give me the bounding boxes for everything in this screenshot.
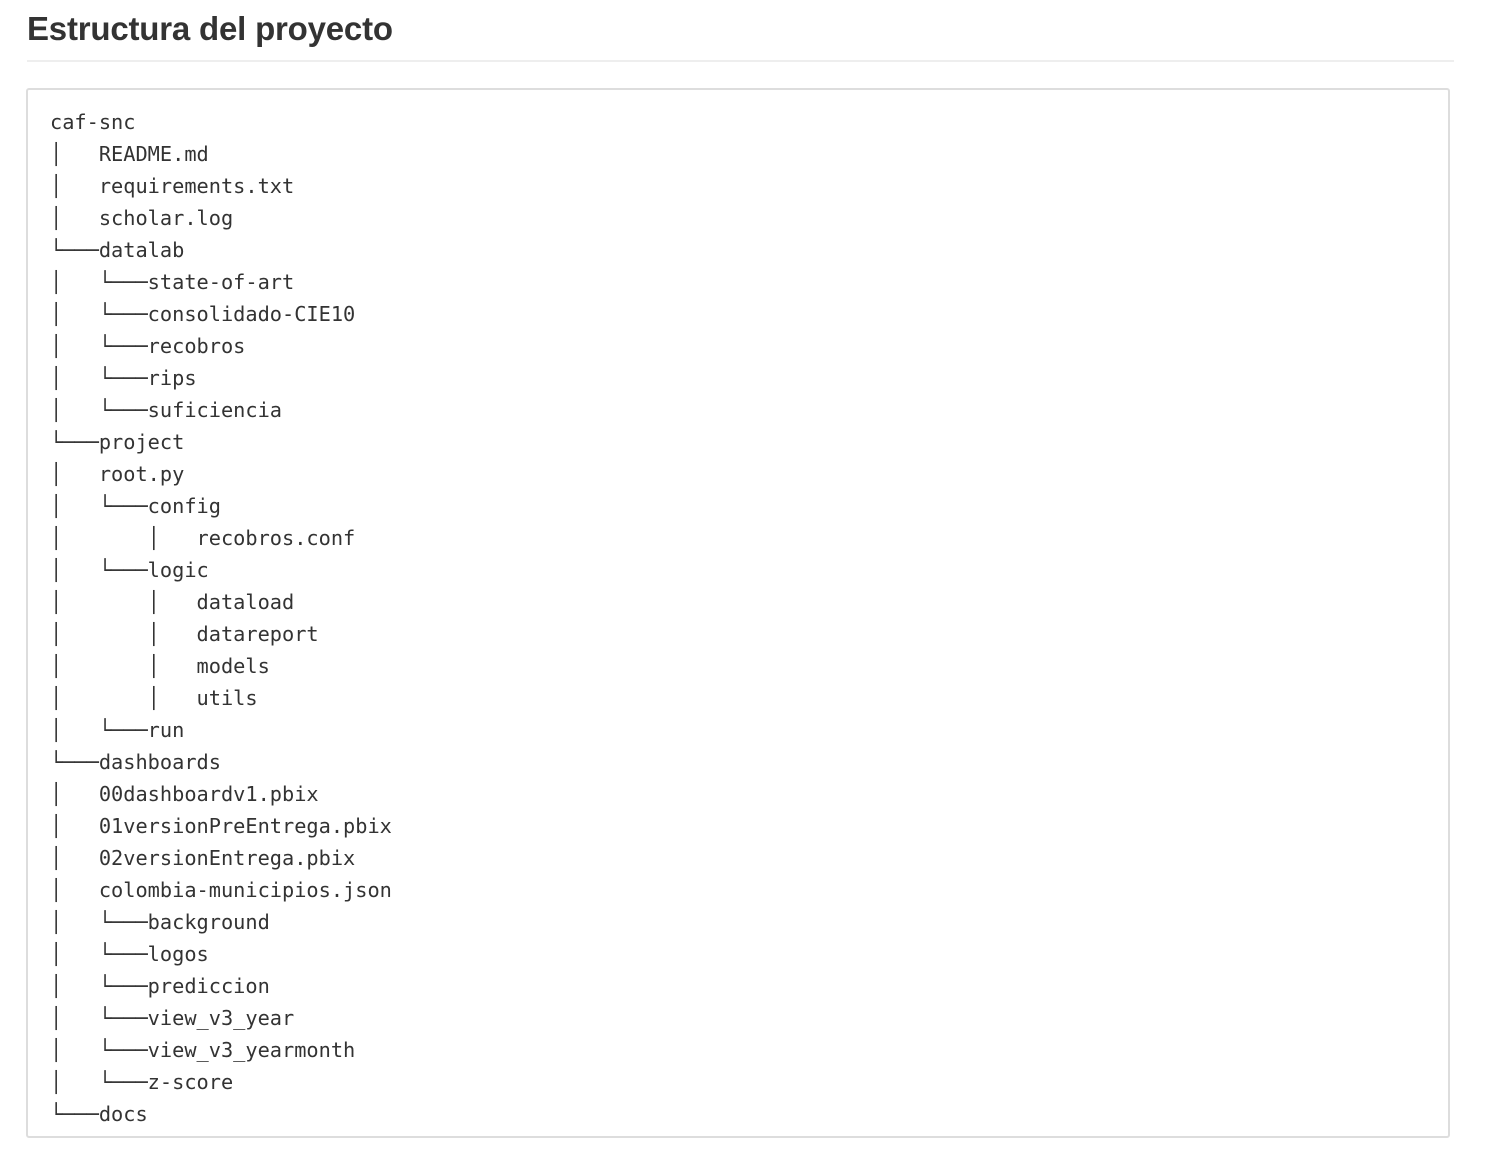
- tree-line: │ 01versionPreEntrega.pbix: [50, 814, 392, 838]
- tree-line: │ └───config: [50, 494, 221, 518]
- tree-line: │ colombia-municipios.json: [50, 878, 392, 902]
- tree-line: │ └───logic: [50, 558, 209, 582]
- tree-line: │ └───background: [50, 910, 270, 934]
- tree-line: │ └───suficiencia: [50, 398, 282, 422]
- tree-line: │ │ datareport: [50, 622, 319, 646]
- tree-line: │ README.md: [50, 142, 209, 166]
- tree-line: │ 00dashboardv1.pbix: [50, 782, 319, 806]
- tree-line: │ └───z-score: [50, 1070, 234, 1094]
- tree-line: │ 02versionEntrega.pbix: [50, 846, 356, 870]
- tree-line: │ └───state-of-art: [50, 270, 295, 294]
- tree-line: └───project: [50, 430, 185, 454]
- tree-line: └───docs: [50, 1102, 148, 1126]
- tree-line: │ └───view_v3_year: [50, 1006, 295, 1030]
- tree-line: │ └───rips: [50, 366, 197, 390]
- tree-line: │ │ utils: [50, 686, 258, 710]
- tree-line: │ root.py: [50, 462, 185, 486]
- section-title: Estructura del proyecto: [27, 10, 393, 47]
- tree-line: └───datalab: [50, 238, 185, 262]
- heading-divider: [27, 60, 1454, 62]
- tree-line: │ requirements.txt: [50, 174, 295, 198]
- tree-line: │ └───consolidado-CIE10: [50, 302, 356, 326]
- tree-line: │ └───view_v3_yearmonth: [50, 1038, 356, 1062]
- tree-line: │ └───run: [50, 718, 185, 742]
- code-block: caf-snc │ README.md │ requirements.txt │ sc…: [26, 88, 1450, 1138]
- tree-line: caf-snc: [50, 110, 136, 134]
- tree-line: │ └───prediccion: [50, 974, 270, 998]
- tree-line: │ │ recobros.conf: [50, 526, 356, 550]
- tree-line: │ │ models: [50, 654, 270, 678]
- tree-line: │ └───recobros: [50, 334, 246, 358]
- tree-line: │ └───logos: [50, 942, 209, 966]
- tree-line: │ scholar.log: [50, 206, 234, 230]
- tree-line: │ │ dataload: [50, 590, 295, 614]
- tree-line: └───dashboards: [50, 750, 221, 774]
- directory-tree: caf-snc │ README.md │ requirements.txt │ sc…: [50, 106, 392, 1130]
